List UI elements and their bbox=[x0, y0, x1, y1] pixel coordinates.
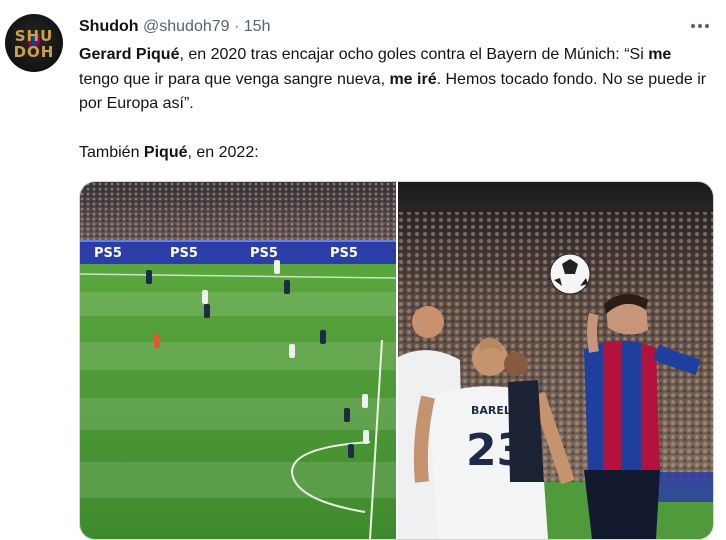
media-image-right[interactable]: BARELLA 23 bbox=[398, 182, 713, 539]
text-run: Gerard Piqué bbox=[79, 46, 180, 63]
avatar-text-line-2: DOH bbox=[13, 43, 55, 61]
text-run: tengo que ir para que venga sangre nueva… bbox=[79, 70, 390, 88]
text-run: me iré bbox=[389, 70, 437, 88]
tweet-timestamp[interactable]: 15h bbox=[244, 18, 271, 35]
text-run: me bbox=[648, 46, 672, 63]
text-run: Piqué bbox=[143, 143, 188, 161]
football bbox=[549, 253, 591, 295]
tweet-paragraph-2: También Piqué, en 2022: bbox=[79, 141, 709, 166]
ad-board-text: PS5 bbox=[170, 246, 198, 261]
more-horizontal-icon[interactable] bbox=[688, 16, 712, 36]
text-run: También bbox=[79, 143, 144, 161]
ad-board-text: PS5 bbox=[250, 246, 278, 261]
separator-dot: · bbox=[233, 18, 240, 35]
stadium-wide-shot: PS5 PS5 PS5 PS5 bbox=[80, 182, 396, 539]
text-run: , en 2020 tras encajar ocho goles contra… bbox=[179, 46, 649, 63]
avatar[interactable]: SHU DOH bbox=[5, 14, 63, 72]
media-image-left[interactable]: PS5 PS5 PS5 PS5 bbox=[80, 182, 396, 539]
tweet-header: Shudoh @shudoh79 · 15h bbox=[79, 17, 686, 37]
tweet-media: PS5 PS5 PS5 PS5 BARELLA 23 bbox=[79, 181, 714, 540]
tweet-paragraph-1: Gerard Piqué, en 2020 tras encajar ocho … bbox=[79, 43, 709, 117]
author-handle[interactable]: @shudoh79 bbox=[143, 18, 230, 35]
pique-handball-shot: BARELLA 23 bbox=[398, 182, 713, 539]
author-display-name[interactable]: Shudoh bbox=[79, 18, 139, 35]
text-run: , en 2022: bbox=[187, 143, 259, 161]
ad-board-text: PS5 bbox=[330, 246, 358, 261]
avatar-text-line-1: SHU bbox=[14, 27, 54, 45]
ad-board-text: PS5 bbox=[94, 246, 122, 261]
tweet-text: Gerard Piqué, en 2020 tras encajar ocho … bbox=[79, 43, 709, 165]
